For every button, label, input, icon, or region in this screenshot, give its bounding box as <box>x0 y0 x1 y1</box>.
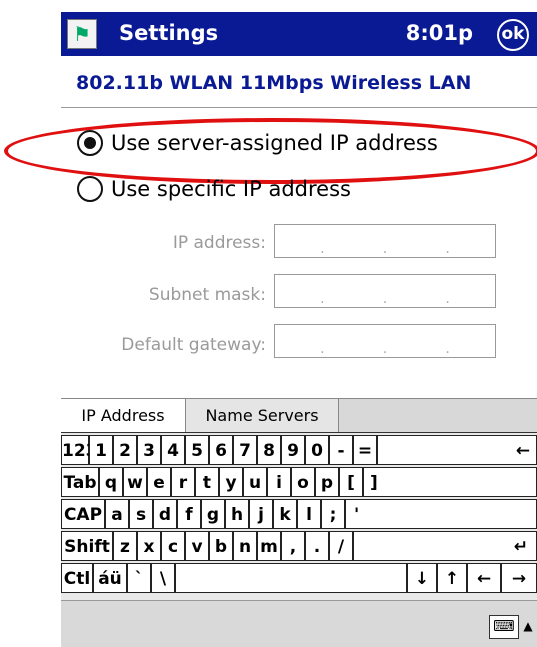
clock[interactable]: 8:01p <box>406 21 473 45</box>
start-flag-icon[interactable]: ⚑ <box>67 19 97 49</box>
key-3[interactable]: 3 <box>137 435 161 465</box>
key-x[interactable]: x <box>137 531 161 561</box>
specific-ip-option[interactable]: Use specific IP address <box>77 176 351 202</box>
default-gateway-field[interactable]: ... <box>274 324 496 358</box>
key-q[interactable]: q <box>99 467 123 497</box>
key-c[interactable]: c <box>161 531 185 561</box>
key-i[interactable]: i <box>267 467 291 497</box>
key-apostrophe[interactable]: ' <box>345 499 537 529</box>
key-7[interactable]: 7 <box>233 435 257 465</box>
key-g[interactable]: g <box>201 499 225 529</box>
key-a[interactable]: a <box>105 499 129 529</box>
key-backtick[interactable]: ` <box>127 563 151 593</box>
key-e[interactable]: e <box>147 467 171 497</box>
key-5[interactable]: 5 <box>185 435 209 465</box>
key-d[interactable]: d <box>153 499 177 529</box>
tab-name-servers[interactable]: Name Servers <box>186 399 339 433</box>
default-gateway-label: Default gateway: <box>121 335 266 355</box>
key-semicolon[interactable]: ; <box>321 499 345 529</box>
key-backslash[interactable]: \ <box>151 563 175 593</box>
key-f[interactable]: f <box>177 499 201 529</box>
key-4[interactable]: 4 <box>161 435 185 465</box>
keyboard-icon[interactable]: ⌨ <box>489 615 519 639</box>
key-left-arrow[interactable]: ← <box>467 563 501 593</box>
key-minus[interactable]: - <box>329 435 353 465</box>
key-b[interactable]: b <box>209 531 233 561</box>
key-left-bracket[interactable]: [ <box>339 467 363 497</box>
key-j[interactable]: j <box>249 499 273 529</box>
specific-ip-label: Use specific IP address <box>111 177 351 201</box>
key-v[interactable]: v <box>185 531 209 561</box>
key-0[interactable]: 0 <box>305 435 329 465</box>
key-123[interactable]: 123 <box>61 435 98 465</box>
key-ctrl[interactable]: Ctl <box>61 563 93 593</box>
key-y[interactable]: y <box>219 467 243 497</box>
key-backspace[interactable]: ← <box>377 435 537 465</box>
tab-bar: IP Address Name Servers <box>61 398 537 434</box>
key-n[interactable]: n <box>233 531 257 561</box>
adapter-title: 802.11b WLAN 11Mbps Wireless LAN <box>76 72 472 94</box>
key-1[interactable]: 1 <box>89 435 113 465</box>
key-slash[interactable]: / <box>329 531 353 561</box>
radio-unselected-icon[interactable] <box>77 176 103 202</box>
key-shift[interactable]: Shift <box>61 531 113 561</box>
key-s[interactable]: s <box>129 499 153 529</box>
key-international[interactable]: áü <box>93 563 127 593</box>
divider <box>61 107 537 108</box>
key-down-arrow[interactable]: ↓ <box>407 563 437 593</box>
soft-keyboard: 123 1 2 3 4 5 6 7 8 9 0 - = ← Tab q w e … <box>61 432 537 601</box>
key-h[interactable]: h <box>225 499 249 529</box>
key-tab[interactable]: Tab <box>61 467 99 497</box>
tab-ip-address[interactable]: IP Address <box>61 399 186 434</box>
key-period[interactable]: . <box>305 531 329 561</box>
subnet-mask-field[interactable]: ... <box>274 274 496 308</box>
key-t[interactable]: t <box>195 467 219 497</box>
ok-button[interactable]: ok <box>497 19 529 51</box>
key-equals[interactable]: = <box>353 435 377 465</box>
key-up-arrow[interactable]: ↑ <box>437 563 467 593</box>
key-9[interactable]: 9 <box>281 435 305 465</box>
key-enter[interactable]: ↵ <box>353 531 537 561</box>
key-z[interactable]: z <box>113 531 137 561</box>
title-bar: ⚑ Settings 8:01p ok <box>61 12 537 56</box>
key-k[interactable]: k <box>273 499 297 529</box>
key-w[interactable]: w <box>123 467 147 497</box>
key-space[interactable] <box>175 563 407 593</box>
key-r[interactable]: r <box>171 467 195 497</box>
key-right-bracket[interactable]: ] <box>363 467 537 497</box>
subnet-mask-label: Subnet mask: <box>148 285 266 305</box>
key-right-arrow[interactable]: → <box>501 563 537 593</box>
key-o[interactable]: o <box>291 467 315 497</box>
ip-address-label: IP address: <box>172 233 266 253</box>
command-bar: ⌨ ▲ <box>61 600 537 647</box>
app-title: Settings <box>119 21 219 45</box>
key-u[interactable]: u <box>243 467 267 497</box>
key-m[interactable]: m <box>257 531 281 561</box>
ip-address-field[interactable]: ... <box>274 224 496 258</box>
key-p[interactable]: p <box>315 467 339 497</box>
red-highlight-ellipse <box>4 118 537 184</box>
key-2[interactable]: 2 <box>113 435 137 465</box>
key-8[interactable]: 8 <box>257 435 281 465</box>
key-6[interactable]: 6 <box>209 435 233 465</box>
key-comma[interactable]: , <box>281 531 305 561</box>
key-l[interactable]: l <box>297 499 321 529</box>
key-caps[interactable]: CAP <box>61 499 105 529</box>
up-arrow-icon[interactable]: ▲ <box>522 615 534 637</box>
